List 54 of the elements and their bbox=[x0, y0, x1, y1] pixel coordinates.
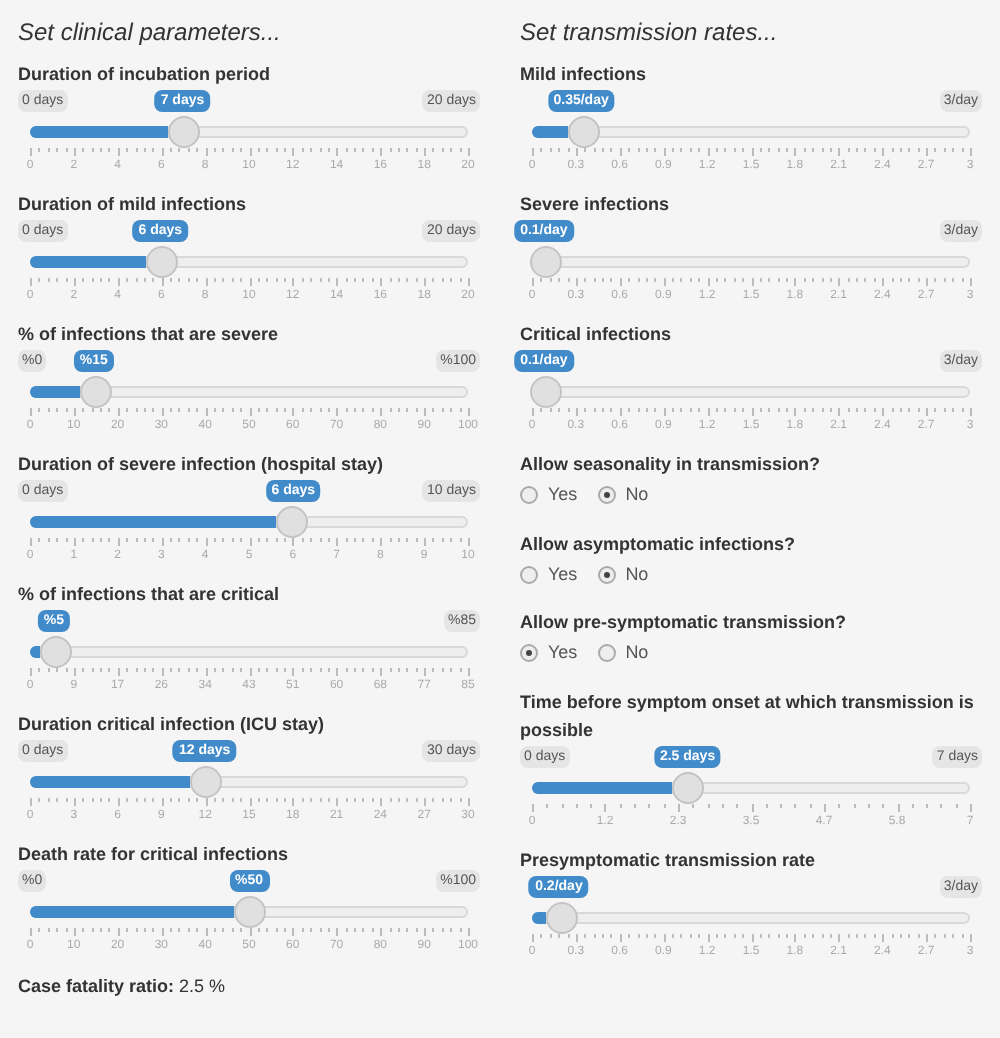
slider-thumb[interactable] bbox=[276, 506, 309, 538]
slider-thumb[interactable] bbox=[79, 376, 112, 408]
slider-thumb[interactable] bbox=[167, 116, 200, 148]
slider-label: Severe infections bbox=[520, 192, 672, 218]
slider-thumb[interactable] bbox=[672, 771, 705, 803]
slider-track[interactable] bbox=[30, 636, 468, 668]
slider-thumb[interactable] bbox=[233, 896, 265, 928]
slider-label: Duration critical infection (ICU stay) bbox=[18, 712, 327, 738]
slider-label: Death rate for critical infections bbox=[18, 842, 291, 868]
slider-label: % of infections that are critical bbox=[18, 582, 282, 608]
slider-label: Critical infections bbox=[520, 322, 674, 348]
slider-label: Duration of mild infections bbox=[18, 192, 248, 218]
slider-thumb[interactable] bbox=[40, 636, 73, 668]
radio-button[interactable] bbox=[520, 486, 538, 505]
slider-label: Duration of incubation period bbox=[18, 62, 272, 88]
radio-option[interactable]: No bbox=[597, 561, 649, 588]
section-title: Set transmission rates... bbox=[520, 16, 780, 48]
slider-track[interactable] bbox=[30, 246, 468, 278]
slider-track[interactable] bbox=[30, 766, 468, 798]
slider-track[interactable] bbox=[30, 896, 468, 928]
slider-label: Mild infections bbox=[520, 62, 648, 88]
radio-option[interactable]: No bbox=[597, 640, 649, 667]
slider-thumb[interactable] bbox=[567, 116, 600, 148]
section-title: Set clinical parameters... bbox=[18, 16, 283, 48]
slider-track[interactable] bbox=[532, 901, 970, 933]
radio-button[interactable] bbox=[597, 565, 616, 584]
slider-track[interactable] bbox=[532, 116, 970, 148]
radio-option[interactable]: Yes bbox=[520, 482, 578, 509]
radio-option[interactable]: No bbox=[597, 482, 649, 509]
radio-option[interactable]: Yes bbox=[520, 640, 578, 667]
radio-button[interactable] bbox=[597, 644, 616, 663]
radio-button[interactable] bbox=[520, 644, 538, 663]
slider-thumb[interactable] bbox=[545, 901, 578, 933]
question-label: Allow pre-symptomatic transmission? bbox=[520, 610, 849, 636]
slider-track[interactable] bbox=[30, 506, 468, 538]
slider-track[interactable] bbox=[532, 771, 970, 803]
case-fatality-text: Case fatality ratio: 2.5 % bbox=[18, 974, 228, 1000]
slider-thumb[interactable] bbox=[189, 766, 222, 798]
slider-thumb[interactable] bbox=[145, 246, 178, 278]
question-label: Allow seasonality in transmission? bbox=[520, 452, 823, 478]
slider-label: % of infections that are severe bbox=[18, 322, 281, 348]
question-label: Allow asymptomatic infections? bbox=[520, 531, 798, 557]
slider-label: Duration of severe infection (hospital stay) bbox=[18, 452, 386, 478]
radio-option[interactable]: Yes bbox=[520, 561, 578, 588]
slider-thumb[interactable] bbox=[530, 376, 563, 408]
slider-thumb[interactable] bbox=[530, 246, 563, 278]
slider-label: Presymptomatic transmission rate bbox=[520, 847, 818, 873]
slider-label: Time before symptom onset at which transmission is possible bbox=[520, 689, 976, 743]
slider-track[interactable] bbox=[532, 376, 970, 408]
radio-button[interactable] bbox=[597, 486, 616, 505]
radio-button[interactable] bbox=[520, 565, 538, 584]
slider-track[interactable] bbox=[30, 376, 468, 408]
slider-track[interactable] bbox=[532, 246, 970, 278]
slider-track[interactable] bbox=[30, 116, 468, 148]
